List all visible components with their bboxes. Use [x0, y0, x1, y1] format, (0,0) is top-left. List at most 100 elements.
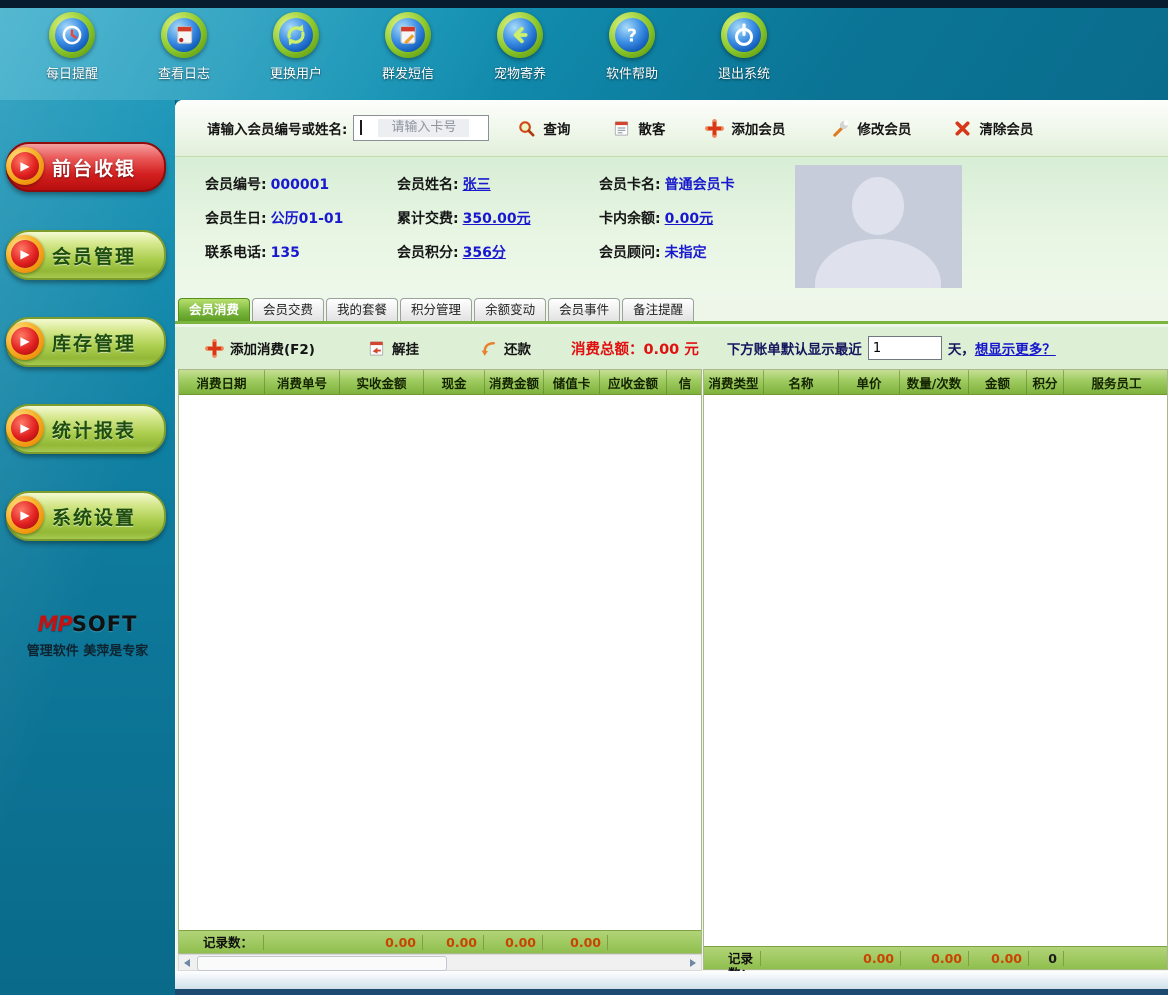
member-field-value[interactable]: 0.00元 — [665, 211, 714, 227]
card-number-input[interactable]: 请输入卡号 — [353, 115, 489, 141]
bottom-bar — [175, 989, 1168, 995]
tab-6[interactable]: 会员事件 — [548, 298, 620, 321]
switch-user-icon — [273, 12, 319, 58]
query-button-label: 查询 — [543, 118, 570, 138]
column-header[interactable]: 单价 — [838, 370, 899, 394]
footer-total-value: 0.00 — [761, 951, 901, 966]
tab-2[interactable]: 会员交费 — [252, 298, 324, 321]
toolbar-item-label: 退出系统 — [718, 63, 770, 82]
column-header[interactable]: 信 — [666, 370, 701, 394]
column-header[interactable]: 积分 — [1026, 370, 1063, 394]
arrow-badge-icon: ▶ — [6, 496, 44, 534]
avatar-shoulders — [815, 239, 941, 288]
card-number-placeholder: 请输入卡号 — [378, 119, 469, 137]
tab-5[interactable]: 余额变动 — [474, 298, 546, 321]
scrollbar-thumb[interactable] — [197, 956, 447, 971]
record-count-label: 记录数： — [179, 935, 264, 950]
bottom-strip — [175, 971, 1168, 989]
tab-1[interactable]: 会员消费 — [178, 298, 250, 321]
window-top-strip — [0, 0, 1168, 8]
consume-total-unit: 元 — [684, 342, 699, 358]
sidebar-button-1[interactable]: ▶前台收银 — [6, 142, 166, 192]
footer-total-value: 0.00 — [969, 951, 1029, 966]
consume-detail-table-footer: 记录数：0.000.000.000 — [704, 946, 1167, 969]
consume-detail-table-body[interactable] — [704, 395, 1167, 946]
consume-detail-table: 消费类型名称单价数量/次数金额积分服务员工 记录数：0.000.000.000 — [703, 369, 1168, 970]
column-header[interactable]: 消费单号 — [264, 370, 339, 394]
member-field-value: 135 — [271, 245, 300, 261]
add-member-button[interactable]: 添加会员 — [705, 118, 785, 138]
walkin-button-label: 散客 — [638, 118, 665, 138]
toolbar-item-label: 软件帮助 — [606, 63, 658, 82]
column-header[interactable]: 消费日期 — [179, 370, 264, 394]
edit-member-button[interactable]: 修改会员 — [831, 118, 911, 138]
scroll-right-button[interactable] — [685, 955, 701, 970]
unhang-button[interactable]: 解挂 — [367, 338, 419, 358]
column-header[interactable]: 应收金额 — [599, 370, 666, 394]
sidebar-button-5[interactable]: ▶系统设置 — [6, 491, 166, 541]
member-field-label: 卡内余额: — [599, 211, 661, 227]
document-arrow-icon — [367, 339, 386, 358]
toolbar-item-7[interactable]: 退出系统 — [688, 12, 800, 82]
toolbar-item-2[interactable]: 查看日志 — [128, 12, 240, 82]
sidebar-button-2[interactable]: ▶会员管理 — [6, 230, 166, 280]
sidebar-button-label: 统计报表 — [52, 416, 136, 443]
column-header[interactable]: 名称 — [763, 370, 838, 394]
member-field-label: 会员生日: — [205, 211, 267, 227]
member-field: 会员编号:000001 — [205, 174, 397, 194]
column-header[interactable]: 消费类型 — [704, 370, 763, 394]
member-field-value: 000001 — [271, 177, 329, 193]
logo-tagline: 管理软件 美萍是专家 — [0, 640, 175, 659]
horizontal-scrollbar[interactable] — [178, 954, 702, 971]
pet-boarding-icon — [497, 12, 543, 58]
column-header[interactable]: 现金 — [423, 370, 484, 394]
column-header[interactable]: 储值卡 — [543, 370, 599, 394]
recent-days-input[interactable] — [868, 336, 942, 360]
tab-3[interactable]: 我的套餐 — [326, 298, 398, 321]
member-field-value[interactable]: 350.00元 — [463, 211, 531, 227]
sms-icon — [385, 12, 431, 58]
consume-bill-table-footer: 记录数：0.000.000.000.00 — [179, 930, 701, 953]
toolbar-item-5[interactable]: 宠物寄养 — [464, 12, 576, 82]
column-header[interactable]: 消费金额 — [484, 370, 543, 394]
toolbar-item-6[interactable]: ?软件帮助 — [576, 12, 688, 82]
scroll-left-button[interactable] — [179, 955, 195, 970]
add-consume-label: 添加消费(F2) — [230, 338, 315, 358]
query-button[interactable]: 查询 — [517, 118, 570, 138]
repay-label: 还款 — [504, 338, 531, 358]
tab-4[interactable]: 积分管理 — [400, 298, 472, 321]
member-field-value[interactable]: 356分 — [463, 245, 506, 261]
member-field-label: 会员顾问: — [599, 245, 661, 261]
sidebar-button-label: 会员管理 — [52, 242, 136, 269]
column-header[interactable]: 金额 — [968, 370, 1026, 394]
record-count-label: 记录数： — [704, 951, 761, 966]
column-header[interactable]: 服务员工 — [1063, 370, 1167, 394]
member-field-label: 累计交费: — [397, 211, 459, 227]
logo-mp-text: MP — [38, 612, 72, 636]
column-header[interactable]: 实收金额 — [339, 370, 423, 394]
sidebar-button-4[interactable]: ▶统计报表 — [6, 404, 166, 454]
member-field-value[interactable]: 张三 — [463, 177, 491, 193]
member-field-value: 未指定 — [665, 245, 707, 261]
consume-total-value: 0.00 — [643, 342, 679, 358]
walkin-button[interactable]: 散客 — [612, 118, 665, 138]
toolbar-item-3[interactable]: 更换用户 — [240, 12, 352, 82]
consume-bill-table-body[interactable] — [179, 395, 701, 930]
footer-total-value: 0.00 — [423, 935, 484, 950]
column-header[interactable]: 数量/次数 — [899, 370, 968, 394]
repay-button[interactable]: 还款 — [479, 338, 531, 358]
add-member-button-label: 添加会员 — [731, 118, 785, 138]
clear-member-button[interactable]: 清除会员 — [953, 118, 1033, 138]
right-arrow-icon — [690, 959, 696, 967]
tab-7[interactable]: 备注提醒 — [622, 298, 694, 321]
consume-detail-table-header: 消费类型名称单价数量/次数金额积分服务员工 — [704, 370, 1167, 395]
show-more-link[interactable]: 想显示更多？ — [975, 338, 1056, 358]
toolbar-item-4[interactable]: 群发短信 — [352, 12, 464, 82]
search-label: 请输入会员编号或姓名: — [207, 118, 347, 138]
sidebar-button-3[interactable]: ▶库存管理 — [6, 317, 166, 367]
footer-total-value: 0.00 — [484, 935, 543, 950]
scrollbar-track[interactable] — [195, 955, 685, 970]
toolbar-item-1[interactable]: 每日提醒 — [16, 12, 128, 82]
toolbar-item-label: 更换用户 — [270, 63, 322, 82]
add-consume-button[interactable]: 添加消费(F2) — [205, 338, 315, 358]
